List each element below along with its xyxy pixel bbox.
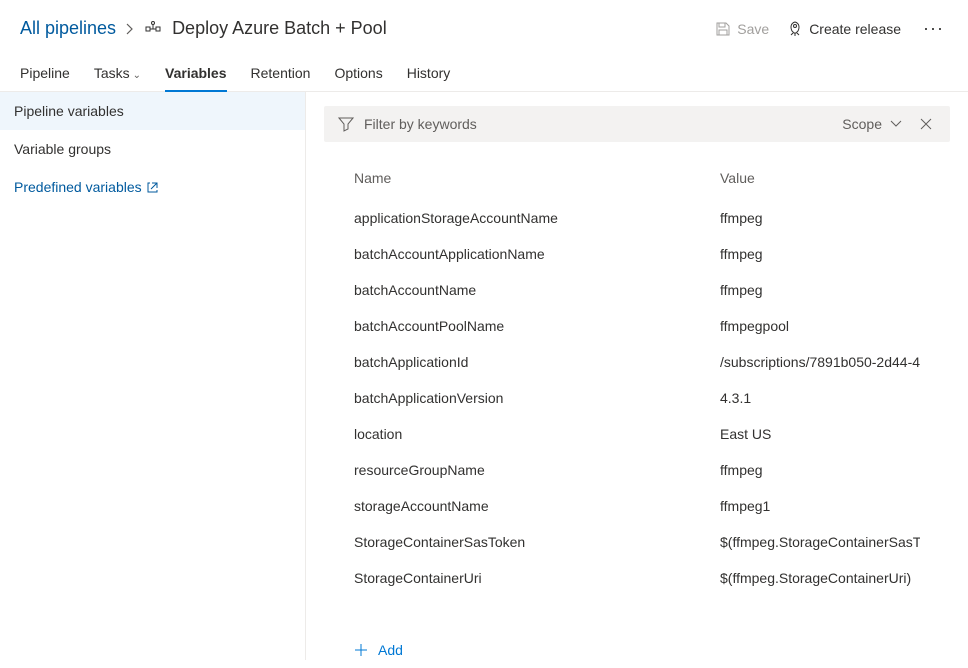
create-release-button[interactable]: Create release	[787, 21, 901, 37]
table-row[interactable]: batchAccountPoolNameffmpegpool	[324, 308, 950, 344]
tab-retention[interactable]: Retention	[251, 55, 311, 91]
table-row[interactable]: batchAccountNameffmpeg	[324, 272, 950, 308]
scope-label: Scope	[842, 116, 882, 132]
variable-value: ffmpeg	[720, 462, 920, 478]
variable-value: $(ffmpeg.StorageContainerSasToken)	[720, 534, 920, 550]
filter-icon	[338, 116, 354, 132]
save-label: Save	[737, 21, 769, 37]
filter-input[interactable]: Filter by keywords	[364, 116, 828, 132]
table-row[interactable]: applicationStorageAccountNameffmpeg	[324, 200, 950, 236]
chevron-down-icon	[890, 120, 902, 128]
sidebar-item-variable-groups[interactable]: Variable groups	[0, 130, 305, 168]
tab-tasks-label: Tasks	[94, 65, 130, 81]
table-header: Name Value	[324, 160, 950, 200]
variable-name: location	[354, 426, 720, 442]
table-row[interactable]: batchApplicationId/subscriptions/7891b05…	[324, 344, 950, 380]
breadcrumb-root[interactable]: All pipelines	[20, 18, 116, 39]
tabs: Pipeline Tasks⌄ Variables Retention Opti…	[0, 55, 968, 92]
variable-value: ffmpeg1	[720, 498, 920, 514]
column-header-value[interactable]: Value	[720, 170, 920, 186]
table-row[interactable]: resourceGroupNameffmpeg	[324, 452, 950, 488]
page-title: Deploy Azure Batch + Pool	[172, 18, 387, 39]
table-row[interactable]: StorageContainerUri$(ffmpeg.StorageConta…	[324, 560, 950, 596]
variable-value: ffmpeg	[720, 246, 920, 262]
close-icon[interactable]	[916, 118, 936, 130]
chevron-right-icon	[126, 23, 134, 35]
table-row[interactable]: locationEast US	[324, 416, 950, 452]
variable-value: ffmpegpool	[720, 318, 920, 334]
tab-history[interactable]: History	[407, 55, 451, 91]
save-button: Save	[715, 21, 769, 37]
table-row[interactable]: batchApplicationVersion4.3.1	[324, 380, 950, 416]
variable-name: StorageContainerUri	[354, 570, 720, 586]
table-row[interactable]: storageAccountNameffmpeg1	[324, 488, 950, 524]
variable-name: batchAccountApplicationName	[354, 246, 720, 262]
header-actions: Save Create release ···	[715, 18, 948, 39]
variable-name: batchApplicationId	[354, 354, 720, 370]
sidebar-item-pipeline-variables[interactable]: Pipeline variables	[0, 92, 305, 130]
variable-value: East US	[720, 426, 920, 442]
more-icon[interactable]: ···	[919, 18, 948, 39]
content: Pipeline variables Variable groups Prede…	[0, 92, 968, 660]
add-label: Add	[378, 642, 403, 658]
sidebar: Pipeline variables Variable groups Prede…	[0, 92, 306, 660]
main: Filter by keywords Scope Name Value appl…	[306, 92, 968, 660]
variable-value: ffmpeg	[720, 210, 920, 226]
column-header-name[interactable]: Name	[354, 170, 720, 186]
breadcrumb: All pipelines Deploy Azure Batch + Pool	[20, 18, 387, 39]
table-row[interactable]: batchAccountApplicationNameffmpeg	[324, 236, 950, 272]
variable-name: applicationStorageAccountName	[354, 210, 720, 226]
tab-tasks[interactable]: Tasks⌄	[94, 55, 141, 91]
variable-name: StorageContainerSasToken	[354, 534, 720, 550]
variable-name: storageAccountName	[354, 498, 720, 514]
table-row[interactable]: StorageContainerSasToken$(ffmpeg.Storage…	[324, 524, 950, 560]
plus-icon	[354, 643, 368, 657]
table-body: applicationStorageAccountNameffmpegbatch…	[324, 200, 950, 596]
variable-value: 4.3.1	[720, 390, 920, 406]
tab-options[interactable]: Options	[334, 55, 382, 91]
pipeline-icon	[144, 20, 162, 38]
variable-name: resourceGroupName	[354, 462, 720, 478]
tab-pipeline[interactable]: Pipeline	[20, 55, 70, 91]
external-link-icon	[147, 182, 158, 193]
save-icon	[715, 21, 731, 37]
chevron-down-icon: ⌄	[133, 70, 141, 81]
rocket-icon	[787, 21, 803, 37]
variable-name: batchApplicationVersion	[354, 390, 720, 406]
variable-value: ffmpeg	[720, 282, 920, 298]
variable-value: /subscriptions/7891b050-2d44-4a2c-8b	[720, 354, 920, 370]
filter-bar: Filter by keywords Scope	[324, 106, 950, 142]
predefined-label: Predefined variables	[14, 179, 142, 195]
scope-dropdown[interactable]: Scope	[828, 116, 916, 132]
variable-value: $(ffmpeg.StorageContainerUri)	[720, 570, 920, 586]
sidebar-link-predefined[interactable]: Predefined variables	[0, 168, 305, 206]
header: All pipelines Deploy Azure Batch + Pool …	[0, 0, 968, 55]
variable-name: batchAccountPoolName	[354, 318, 720, 334]
tab-variables[interactable]: Variables	[165, 55, 227, 91]
add-button[interactable]: Add	[324, 626, 950, 660]
create-release-label: Create release	[809, 21, 901, 37]
variable-name: batchAccountName	[354, 282, 720, 298]
